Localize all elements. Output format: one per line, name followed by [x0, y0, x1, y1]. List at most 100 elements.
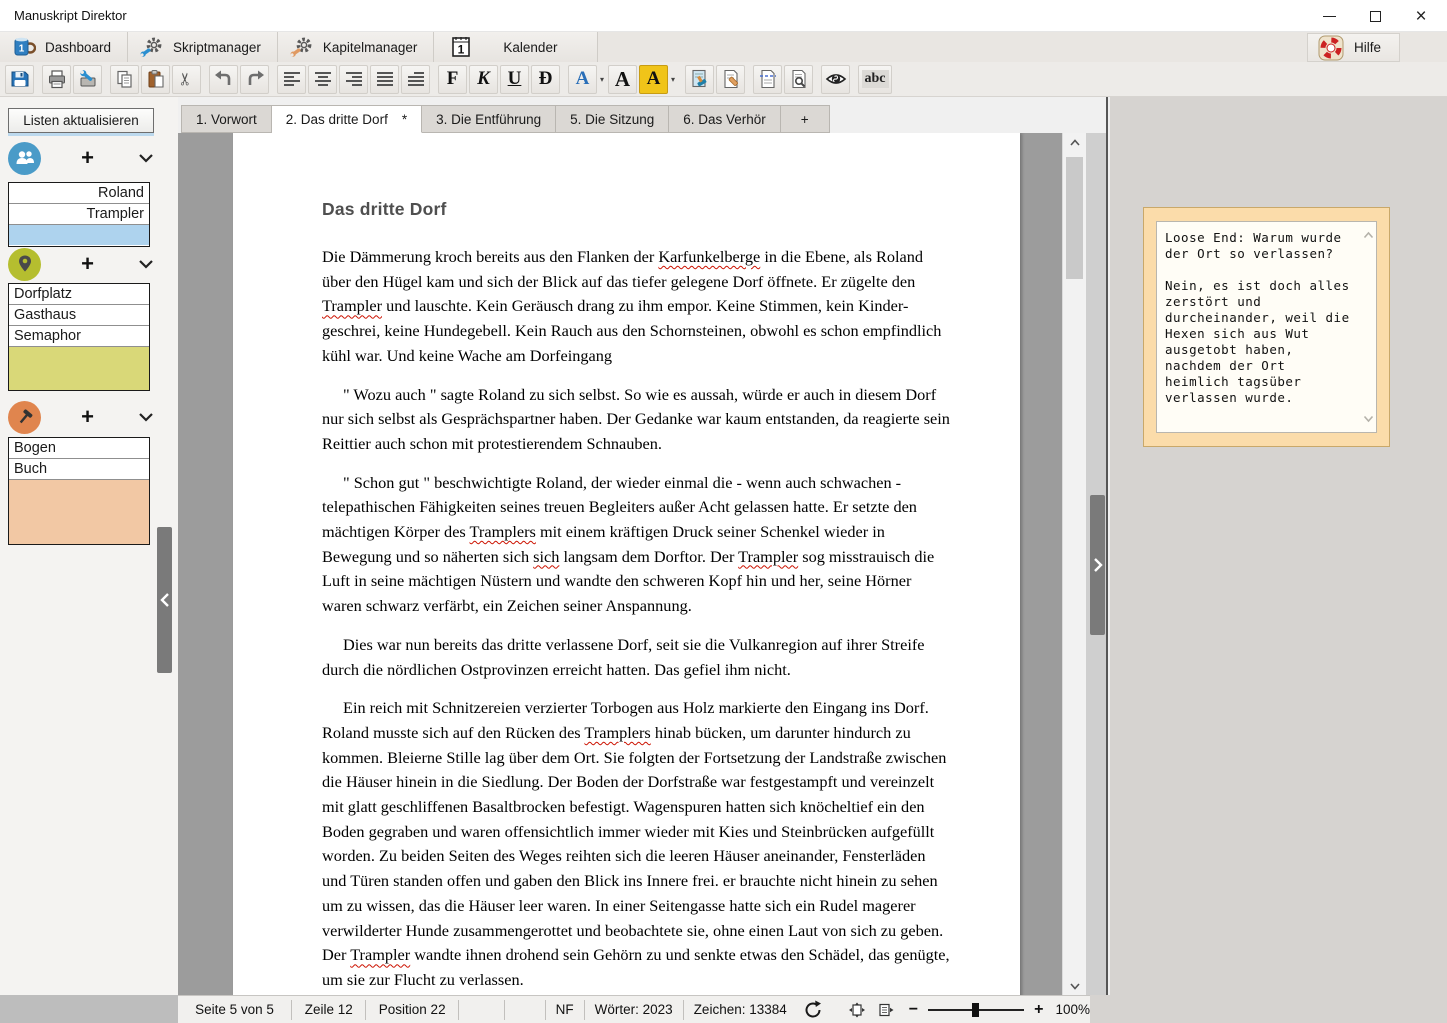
add-character-button[interactable]: +	[41, 145, 134, 171]
align-center-button[interactable]	[308, 65, 337, 94]
status-left-filler	[0, 995, 178, 1023]
visibility-icon	[825, 69, 847, 89]
print-setup-button[interactable]	[73, 65, 102, 94]
clear-format-button[interactable]	[716, 65, 745, 94]
font-color-label: A	[576, 68, 590, 90]
fit-width-button[interactable]	[871, 1002, 899, 1018]
status-position: Position 22	[366, 1000, 458, 1020]
page-break-button[interactable]	[753, 65, 782, 94]
objects-collapse-button[interactable]	[134, 412, 158, 422]
scroll-down-button[interactable]	[1063, 977, 1087, 995]
chevron-left-icon	[160, 592, 170, 608]
note-scroll-up-icon[interactable]	[1363, 226, 1374, 244]
undo-button[interactable]	[209, 65, 238, 94]
add-object-button[interactable]: +	[41, 404, 134, 430]
tab-skriptmanager[interactable]: Skriptmanager	[128, 32, 278, 62]
align-left-icon	[283, 71, 301, 87]
status-bar: Seite 5 von 5 Zeile 12 Position 22 NF Wö…	[178, 995, 1090, 1023]
list-item[interactable]: Semaphor	[9, 326, 149, 347]
list-item[interactable]: Dorfplatz	[9, 284, 149, 305]
list-item[interactable]: Gasthaus	[9, 305, 149, 326]
close-button[interactable]: ×	[1405, 2, 1437, 30]
highlight-dropdown[interactable]: ▾	[668, 65, 678, 94]
refresh-count-button[interactable]	[797, 999, 829, 1021]
bold-label: F	[447, 68, 459, 90]
note-scroll-down-icon[interactable]	[1363, 410, 1374, 428]
list-item[interactable]: Bogen	[9, 438, 149, 459]
refresh-lists-button[interactable]: Listen aktualisieren	[8, 108, 154, 133]
zoom-in-button[interactable]: +	[1032, 1001, 1045, 1019]
paste-button[interactable]	[141, 65, 170, 94]
document-tab[interactable]: 1. Vorwort	[181, 105, 272, 133]
spellcheck-button[interactable]: abc	[858, 65, 892, 94]
zoom-out-button[interactable]: −	[907, 1001, 920, 1019]
bold-button[interactable]: F	[438, 65, 467, 94]
underline-button[interactable]: U	[500, 65, 529, 94]
cut-button[interactable]: ✂	[172, 65, 201, 94]
document-tab-label: 5. Die Sitzung	[570, 112, 654, 127]
visibility-button[interactable]	[821, 65, 850, 94]
align-indent-button[interactable]	[401, 65, 430, 94]
chevron-down-icon	[138, 153, 154, 163]
format-stamp-button[interactable]	[685, 65, 714, 94]
list-item[interactable]: Trampler	[9, 204, 149, 225]
manuscript-page[interactable]: Das dritte Dorf Die Dämmerung kroch bere…	[233, 133, 1020, 995]
places-section-header: +	[8, 244, 158, 284]
highlight-label: A	[647, 68, 661, 90]
font-size-button[interactable]: A	[608, 65, 637, 94]
modified-indicator: *	[402, 112, 407, 127]
copy-button[interactable]	[110, 65, 139, 94]
print-setup-icon	[78, 69, 98, 89]
list-item[interactable]: Buch	[9, 459, 149, 480]
tab-kapitelmanager[interactable]: Kapitelmanager	[278, 32, 435, 62]
find-icon	[789, 69, 809, 89]
status-right-filler	[1090, 995, 1447, 1023]
find-button[interactable]	[784, 65, 813, 94]
zoom-slider-handle[interactable]	[972, 1003, 979, 1017]
objects-list[interactable]: BogenBuch	[8, 437, 150, 545]
align-right-icon	[345, 71, 363, 87]
gear-orange-icon	[290, 36, 314, 58]
scroll-up-button[interactable]	[1063, 133, 1087, 151]
tab-kalender[interactable]: 1 Kalender	[434, 32, 598, 62]
editor-scrollbar[interactable]	[1062, 133, 1086, 995]
notes-collapse-handle[interactable]	[1090, 495, 1105, 635]
gear-blue-icon	[140, 36, 164, 58]
characters-list[interactable]: RolandTrampler	[8, 182, 150, 247]
align-right-button[interactable]	[339, 65, 368, 94]
tab-dashboard[interactable]: 1 Dashboard	[0, 32, 128, 62]
tab-hilfe[interactable]: Hilfe	[1307, 33, 1400, 62]
print-button[interactable]	[42, 65, 71, 94]
save-button[interactable]	[5, 65, 34, 94]
document-tab[interactable]: 2. Das dritte Dorf*	[272, 105, 422, 133]
help-label: Hilfe	[1354, 40, 1381, 55]
add-place-button[interactable]: +	[41, 251, 134, 277]
minimize-button[interactable]	[1313, 2, 1345, 30]
paste-icon	[146, 69, 166, 89]
align-justify-button[interactable]	[370, 65, 399, 94]
zoom-slider[interactable]	[928, 1003, 1024, 1017]
status-empty-cell	[505, 1000, 545, 1020]
document-tab[interactable]: 6. Das Verhör	[669, 105, 781, 133]
document-tab[interactable]: 3. Die Entführung	[422, 105, 556, 133]
selected-empty-row[interactable]	[9, 225, 149, 245]
strikethrough-button[interactable]: Đ	[531, 65, 560, 94]
list-item[interactable]: Roland	[9, 183, 149, 204]
sidebar-collapse-handle[interactable]	[157, 527, 172, 673]
redo-button[interactable]	[240, 65, 269, 94]
document-tab[interactable]: 5. Die Sitzung	[556, 105, 669, 133]
chapter-heading: Das dritte Dorf	[322, 199, 954, 220]
new-document-tab[interactable]: +	[781, 105, 830, 133]
italic-button[interactable]: K	[469, 65, 498, 94]
characters-collapse-button[interactable]	[134, 153, 158, 163]
font-color-button[interactable]: A	[568, 65, 597, 94]
note-editor[interactable]: Loose End: Warum wurde der Ort so verlas…	[1156, 221, 1377, 433]
highlight-button[interactable]: A	[639, 65, 668, 94]
scrollbar-thumb[interactable]	[1066, 157, 1083, 279]
align-left-button[interactable]	[277, 65, 306, 94]
font-color-dropdown[interactable]: ▾	[597, 65, 607, 94]
fit-page-button[interactable]	[843, 1002, 871, 1018]
places-list[interactable]: DorfplatzGasthausSemaphor	[8, 283, 150, 391]
places-collapse-button[interactable]	[134, 259, 158, 269]
maximize-button[interactable]	[1359, 2, 1391, 30]
